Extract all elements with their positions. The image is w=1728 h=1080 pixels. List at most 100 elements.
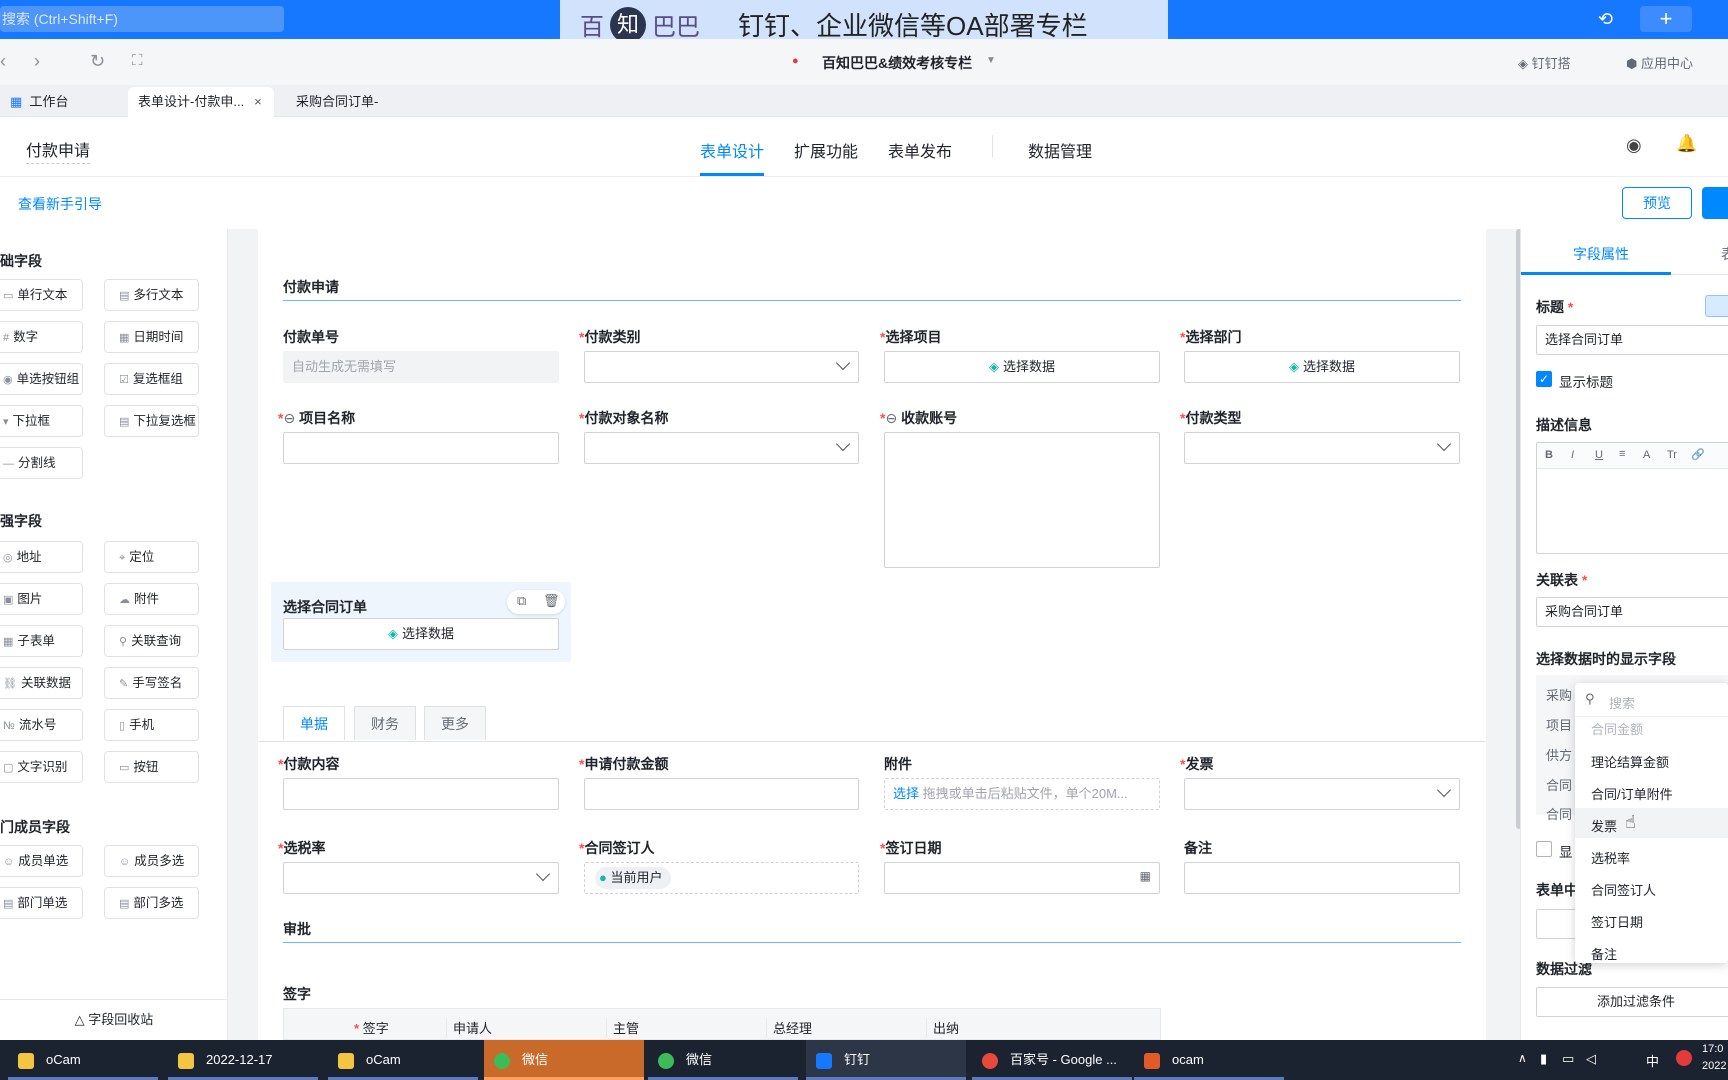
field-dept-single[interactable]: ▤ 部门单选: [0, 887, 83, 919]
field-dropdown-multi[interactable]: ▤ 下拉复选框: [104, 405, 199, 437]
select-project-button[interactable]: ◈ 选择数据: [884, 351, 1160, 383]
tab-field-properties[interactable]: 字段属性: [1573, 244, 1629, 264]
add-filter-button[interactable]: 添加过滤条件: [1536, 987, 1728, 1017]
dropdown-item[interactable]: 理论结算金额: [1591, 752, 1669, 771]
field-divider[interactable]: — 分割线: [0, 447, 83, 479]
taskbar-dingtalk[interactable]: 钉钉: [806, 1040, 966, 1080]
tab-form-design-nav[interactable]: 表单设计: [700, 138, 764, 162]
field-checkbox-group[interactable]: ☑ 复选框组: [104, 363, 199, 395]
field-address[interactable]: ◎ 地址: [0, 541, 83, 573]
field-number[interactable]: # 数字: [0, 321, 83, 353]
history-icon[interactable]: ⟲: [1598, 9, 1613, 30]
dropdown-item[interactable]: 合同金额: [1591, 719, 1643, 738]
compass-icon[interactable]: ◉: [1626, 135, 1642, 156]
display-field-row[interactable]: 采购: [1546, 685, 1572, 704]
field-ocr[interactable]: ▢ 文字识别: [0, 751, 83, 783]
app-center-link[interactable]: ⬢ 应用中心: [1626, 53, 1693, 72]
dropdown-item[interactable]: 选税率: [1591, 848, 1630, 867]
tab-finance[interactable]: 财务: [354, 706, 416, 740]
network-icon[interactable]: ▭: [1562, 1051, 1574, 1067]
taskbar-chrome[interactable]: 百家号 - Google ...: [972, 1040, 1132, 1080]
font-size-icon[interactable]: Tr: [1667, 449, 1677, 461]
taskbar-ocam-1[interactable]: oCam: [8, 1040, 158, 1080]
field-phone[interactable]: ▯ 手机: [104, 709, 199, 741]
field-multi-text[interactable]: ▤ 多行文本: [104, 279, 199, 311]
field-button[interactable]: ▭ 按钮: [104, 751, 199, 783]
taskbar-wechat-2[interactable]: 微信: [648, 1040, 798, 1080]
form-name[interactable]: 付款申请: [26, 137, 91, 164]
dropdown-search[interactable]: ⚲ 搜索: [1575, 683, 1728, 717]
mic-icon[interactable]: ▮: [1540, 1051, 1547, 1067]
volume-icon[interactable]: ◁: [1586, 1051, 1596, 1067]
tab-form-design[interactable]: 表单设计-付款申... ×: [128, 87, 274, 117]
display-field-row[interactable]: 项目: [1546, 715, 1572, 734]
close-icon[interactable]: ×: [254, 94, 262, 109]
dropdown-search-input[interactable]: 搜索: [1609, 693, 1635, 712]
copy-icon[interactable]: ⧉: [517, 593, 526, 609]
tab-purchase-contract[interactable]: 采购合同订单-项...×: [286, 87, 426, 139]
request-amount-input[interactable]: [584, 778, 859, 810]
field-location[interactable]: ⌖ 定位: [104, 541, 199, 573]
remarks-input[interactable]: [1184, 862, 1460, 894]
italic-icon[interactable]: I: [1571, 449, 1574, 461]
dropdown-item[interactable]: 备注: [1591, 944, 1617, 963]
sogou-icon[interactable]: [1676, 1050, 1692, 1066]
taskbar-wechat-1[interactable]: 微信: [484, 1040, 644, 1080]
dropdown-item[interactable]: 签订日期: [1591, 912, 1643, 931]
show-title-checkbox[interactable]: ✓: [1536, 371, 1552, 387]
tray-up-icon[interactable]: ∧: [1518, 1051, 1527, 1065]
display-field-row[interactable]: 合同: [1546, 775, 1572, 794]
tab-data-management[interactable]: 数据管理: [1028, 138, 1092, 162]
select-contract-button[interactable]: ◈ 选择数据: [283, 618, 559, 650]
refresh-icon[interactable]: ↻: [90, 51, 105, 72]
project-name-input[interactable]: [283, 432, 559, 464]
guide-link[interactable]: 查看新手引导: [18, 194, 102, 214]
tab-publish[interactable]: 表单发布: [888, 138, 952, 162]
field-related-data[interactable]: ⛓ 关联数据: [0, 667, 83, 699]
field-signature[interactable]: ✎ 手写签名: [104, 667, 199, 699]
tax-rate-select[interactable]: [283, 862, 559, 894]
field-image[interactable]: ▣ 图片: [0, 583, 83, 615]
taskbar-ocam-3[interactable]: ocam: [1134, 1040, 1284, 1080]
dropdown-item[interactable]: 合同/订单附件: [1591, 784, 1673, 803]
preview-button[interactable]: 预览: [1622, 187, 1692, 219]
field-member-single[interactable]: ☺ 成员单选: [0, 845, 83, 877]
tab-more[interactable]: 更多: [424, 706, 486, 740]
description-editor[interactable]: B I U ≡ A Tr 🔗: [1536, 442, 1728, 554]
delete-icon[interactable]: 🗑: [543, 593, 560, 609]
contract-signer-field[interactable]: ● 当前用户: [584, 862, 859, 894]
field-radio-group[interactable]: ◉ 单选按钮组: [0, 363, 83, 395]
align-icon[interactable]: ≡: [1619, 448, 1625, 460]
link-icon[interactable]: 🔗: [1691, 448, 1705, 461]
user-chip[interactable]: ● 当前用户: [595, 867, 671, 889]
field-subform[interactable]: ▦ 子表单: [0, 625, 83, 657]
field-related-query[interactable]: ⚲ 关联查询: [104, 625, 199, 657]
tab-form-properties[interactable]: 表: [1721, 244, 1728, 264]
dingda-link[interactable]: ◈ 钉钉搭: [1518, 53, 1571, 72]
field-datetime[interactable]: ▦ 日期时间: [104, 321, 199, 353]
ime-indicator[interactable]: 中: [1646, 1051, 1659, 1070]
chevron-down-icon[interactable]: ▼: [986, 55, 996, 66]
show-checkbox[interactable]: [1536, 841, 1552, 857]
field-single-text[interactable]: ▭ 单行文本: [0, 279, 83, 311]
title-lang-toggle[interactable]: [1705, 295, 1728, 317]
fullscreen-icon[interactable]: ⛶: [132, 52, 143, 69]
invoice-select[interactable]: [1184, 778, 1460, 810]
attachment-upload[interactable]: 选择 拖拽或单击后粘贴文件，单个20M...: [884, 778, 1160, 810]
underline-icon[interactable]: U: [1595, 449, 1603, 461]
add-button[interactable]: +: [1640, 6, 1692, 32]
payee-name-select[interactable]: [584, 432, 859, 464]
field-dept-multi[interactable]: ▤ 部门多选: [104, 887, 199, 919]
bold-icon[interactable]: B: [1545, 449, 1553, 461]
sign-date-input[interactable]: ▦: [884, 862, 1160, 894]
select-department-button[interactable]: ◈ 选择数据: [1184, 351, 1460, 383]
field-dropdown[interactable]: ▾ 下拉框: [0, 405, 83, 437]
dropdown-item[interactable]: 合同签订人: [1591, 880, 1656, 899]
save-button[interactable]: [1702, 187, 1728, 219]
forward-icon[interactable]: ›: [34, 51, 40, 72]
taskbar-folder[interactable]: 2022-12-17: [168, 1040, 318, 1080]
field-recycle-bin[interactable]: △ 字段回收站: [0, 999, 228, 1039]
display-field-row[interactable]: 合同: [1546, 804, 1572, 823]
back-icon[interactable]: ‹: [0, 51, 6, 72]
taskbar-ocam-2[interactable]: oCam: [328, 1040, 478, 1080]
